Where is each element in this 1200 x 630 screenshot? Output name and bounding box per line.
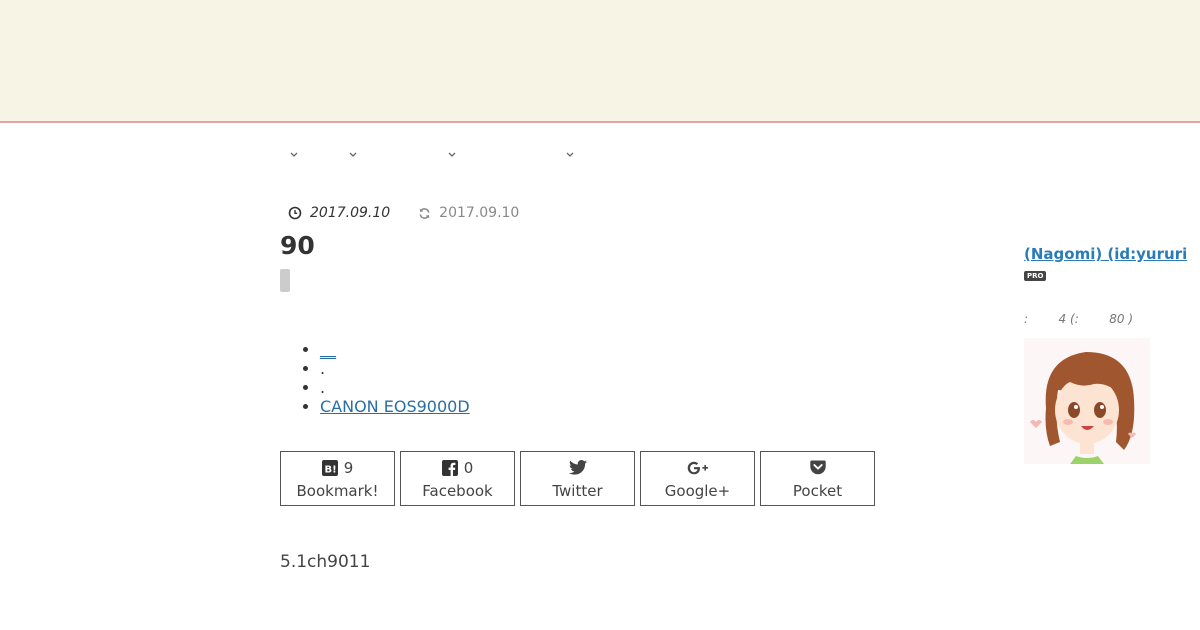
sidebar-profile: (Nagomi) (id:yururi PRO : 4 (: 80 ) bbox=[1024, 245, 1200, 464]
nav-item-2-chevron-down-icon[interactable] bbox=[348, 150, 358, 160]
clock-icon bbox=[288, 206, 302, 220]
google-plus-label: Google+ bbox=[664, 481, 731, 500]
hatena-label: Bookmark! bbox=[296, 481, 379, 500]
toc-item: . bbox=[320, 378, 470, 397]
article-body-text: 5.1ch9011 bbox=[280, 552, 371, 572]
twitter-icon bbox=[568, 460, 587, 475]
category-tag[interactable] bbox=[280, 269, 290, 292]
nav-item-1-chevron-down-icon[interactable] bbox=[289, 150, 299, 160]
hatena-count: 9 bbox=[343, 458, 354, 477]
toc-text-3: . bbox=[320, 378, 326, 397]
pocket-icon bbox=[809, 460, 826, 475]
hatena-bookmark-icon: B! bbox=[321, 459, 338, 476]
pocket-label: Pocket bbox=[792, 481, 843, 500]
toc-link-1[interactable]: __ bbox=[320, 340, 336, 359]
published-date: 2017.09.10 bbox=[288, 205, 390, 221]
table-of-contents: __ . . CANON EOS9000D bbox=[300, 340, 470, 416]
site-header bbox=[0, 0, 1200, 123]
share-buttons: B! 9 Bookmark! 0 Facebook Twitter Google… bbox=[280, 451, 880, 506]
twitter-label: Twitter bbox=[552, 481, 603, 500]
google-plus-icon bbox=[687, 461, 708, 474]
refresh-icon bbox=[419, 207, 430, 219]
toc-text-2: . bbox=[320, 359, 326, 378]
author-avatar bbox=[1024, 338, 1150, 464]
article-title: 90 bbox=[280, 231, 315, 260]
post-meta: 2017.09.10 2017.09.10 bbox=[288, 203, 519, 223]
published-date-text: 2017.09.10 bbox=[310, 205, 391, 221]
pro-badge: PRO bbox=[1024, 271, 1047, 281]
toc-link-4[interactable]: CANON EOS9000D bbox=[320, 397, 470, 416]
pocket-share-button[interactable]: Pocket bbox=[760, 451, 875, 506]
facebook-label: Facebook bbox=[422, 481, 493, 500]
twitter-share-button[interactable]: Twitter bbox=[520, 451, 635, 506]
svg-text:B!: B! bbox=[324, 464, 336, 475]
toc-item[interactable]: __ bbox=[320, 340, 470, 359]
nav-item-4-chevron-down-icon[interactable] bbox=[565, 150, 575, 160]
facebook-icon bbox=[441, 459, 458, 476]
blog-stats: : 4 (: 80 ) bbox=[1024, 312, 1134, 326]
facebook-share-button[interactable]: 0 Facebook bbox=[400, 451, 515, 506]
author-profile-link[interactable]: (Nagomi) (id:yururi bbox=[1024, 245, 1200, 263]
hatena-bookmark-button[interactable]: B! 9 Bookmark! bbox=[280, 451, 395, 506]
google-plus-share-button[interactable]: Google+ bbox=[640, 451, 755, 506]
global-nav bbox=[0, 150, 1200, 170]
facebook-count: 0 bbox=[463, 458, 474, 477]
updated-date: 2017.09.10 bbox=[418, 205, 519, 221]
toc-item[interactable]: CANON EOS9000D bbox=[320, 397, 470, 416]
toc-item: . bbox=[320, 359, 470, 378]
nav-item-3-chevron-down-icon[interactable] bbox=[447, 150, 457, 160]
updated-date-text: 2017.09.10 bbox=[439, 205, 520, 221]
